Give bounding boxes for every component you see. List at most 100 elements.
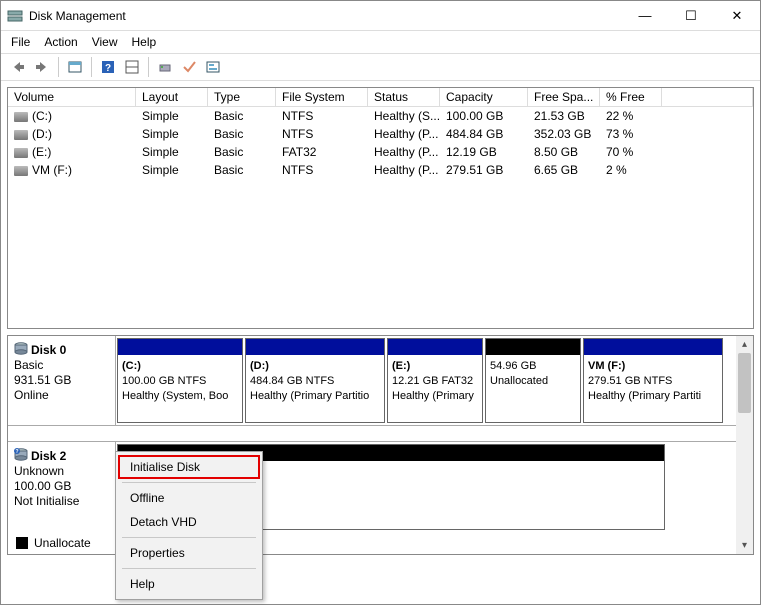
menu-properties[interactable]: Properties <box>118 541 260 565</box>
title-bar: Disk Management — ☐ ✕ <box>1 1 760 31</box>
cell-layout: Simple <box>136 109 208 123</box>
cell-volume: (E:) <box>8 145 136 159</box>
scroll-up-icon[interactable]: ▴ <box>736 336 753 353</box>
col-type[interactable]: Type <box>208 88 276 106</box>
legend-label-unallocated: Unallocate <box>34 536 91 550</box>
menu-detach-vhd[interactable]: Detach VHD <box>118 510 260 534</box>
menu-initialise-disk[interactable]: Initialise Disk <box>118 455 260 479</box>
legend: Unallocate <box>8 532 99 554</box>
partition-stripe <box>388 339 482 355</box>
cell-fs: NTFS <box>276 163 368 177</box>
col-filesystem[interactable]: File System <box>276 88 368 106</box>
drive-icon <box>14 130 28 140</box>
cell-fs: NTFS <box>276 127 368 141</box>
maximize-button[interactable]: ☐ <box>668 1 714 31</box>
toolbar-separator <box>58 57 59 77</box>
partition-label: 54.96 GBUnallocated <box>486 355 580 391</box>
cell-pct: 70 % <box>600 145 662 159</box>
app-icon <box>7 8 23 24</box>
col-volume[interactable]: Volume <box>8 88 136 106</box>
menu-bar: File Action View Help <box>1 31 760 53</box>
close-button[interactable]: ✕ <box>714 1 760 31</box>
disk0-size: 931.51 GB <box>14 373 71 387</box>
partition-block[interactable]: (D:)484.84 GB NTFSHealthy (Primary Parti… <box>245 338 385 423</box>
toolbar: ? <box>1 53 760 81</box>
cell-status: Healthy (S... <box>368 109 440 123</box>
view-button[interactable] <box>64 56 86 78</box>
col-extra[interactable] <box>662 88 753 106</box>
cell-pct: 22 % <box>600 109 662 123</box>
scrollbar[interactable]: ▴ ▾ <box>736 336 753 554</box>
cell-free: 8.50 GB <box>528 145 600 159</box>
toolbar-separator <box>91 57 92 77</box>
disk2-label[interactable]: ?Disk 2 Unknown 100.00 GB Not Initialise <box>8 442 116 532</box>
menu-action[interactable]: Action <box>44 35 77 49</box>
forward-button[interactable] <box>31 56 53 78</box>
volume-list-header: Volume Layout Type File System Status Ca… <box>8 88 753 107</box>
volume-list[interactable]: Volume Layout Type File System Status Ca… <box>7 87 754 329</box>
disk-icon <box>14 342 28 356</box>
help-button[interactable]: ? <box>97 56 119 78</box>
drive-icon <box>14 166 28 176</box>
scroll-down-icon[interactable]: ▾ <box>736 537 753 554</box>
svg-text:?: ? <box>15 449 18 455</box>
disk0-name: Disk 0 <box>31 343 66 357</box>
cell-type: Basic <box>208 163 276 177</box>
context-menu-sep <box>122 537 256 538</box>
partition-stripe <box>118 339 242 355</box>
svg-text:?: ? <box>105 63 111 74</box>
cell-free: 352.03 GB <box>528 127 600 141</box>
table-row[interactable]: VM (F:)SimpleBasicNTFSHealthy (P...279.5… <box>8 161 753 179</box>
context-menu-sep <box>122 482 256 483</box>
cell-volume: (C:) <box>8 109 136 123</box>
disk0-label[interactable]: Disk 0 Basic 931.51 GB Online <box>8 336 116 425</box>
scroll-thumb[interactable] <box>738 353 751 413</box>
partition-label: VM (F:)279.51 GB NTFSHealthy (Primary Pa… <box>584 355 722 406</box>
cell-pct: 73 % <box>600 127 662 141</box>
settings-button[interactable] <box>202 56 224 78</box>
cell-free: 21.53 GB <box>528 109 600 123</box>
disk2-type: Unknown <box>14 464 64 478</box>
cell-status: Healthy (P... <box>368 145 440 159</box>
drive-icon <box>14 148 28 158</box>
refresh-button[interactable] <box>154 56 176 78</box>
col-status[interactable]: Status <box>368 88 440 106</box>
menu-view[interactable]: View <box>92 35 118 49</box>
partition-block[interactable]: VM (F:)279.51 GB NTFSHealthy (Primary Pa… <box>583 338 723 423</box>
partition-block[interactable]: (E:)12.21 GB FAT32Healthy (Primary <box>387 338 483 423</box>
window-title: Disk Management <box>29 9 622 23</box>
toolbar-separator <box>148 57 149 77</box>
col-pctfree[interactable]: % Free <box>600 88 662 106</box>
table-row[interactable]: (C:)SimpleBasicNTFSHealthy (S...100.00 G… <box>8 107 753 125</box>
context-menu-sep <box>122 568 256 569</box>
col-layout[interactable]: Layout <box>136 88 208 106</box>
cell-type: Basic <box>208 109 276 123</box>
cell-type: Basic <box>208 127 276 141</box>
menu-offline[interactable]: Offline <box>118 486 260 510</box>
layout-button[interactable] <box>121 56 143 78</box>
cell-fs: FAT32 <box>276 145 368 159</box>
partition-stripe <box>486 339 580 355</box>
cell-layout: Simple <box>136 163 208 177</box>
cell-status: Healthy (P... <box>368 127 440 141</box>
cell-fs: NTFS <box>276 109 368 123</box>
disk-row-gap <box>8 426 736 442</box>
col-capacity[interactable]: Capacity <box>440 88 528 106</box>
cell-pct: 2 % <box>600 163 662 177</box>
table-row[interactable]: (E:)SimpleBasicFAT32Healthy (P...12.19 G… <box>8 143 753 161</box>
cell-free: 6.65 GB <box>528 163 600 177</box>
col-freespace[interactable]: Free Spa... <box>528 88 600 106</box>
legend-swatch-unallocated <box>16 537 28 549</box>
menu-help[interactable]: Help <box>132 35 157 49</box>
drive-icon <box>14 112 28 122</box>
disk-help-icon: ? <box>14 448 28 462</box>
minimize-button[interactable]: — <box>622 1 668 31</box>
table-row[interactable]: (D:)SimpleBasicNTFSHealthy (P...484.84 G… <box>8 125 753 143</box>
back-button[interactable] <box>7 56 29 78</box>
menu-file[interactable]: File <box>11 35 30 49</box>
menu-help[interactable]: Help <box>118 572 260 596</box>
checkmark-button[interactable] <box>178 56 200 78</box>
disk-row-0[interactable]: Disk 0 Basic 931.51 GB Online (C:)100.00… <box>8 336 753 426</box>
partition-block[interactable]: 54.96 GBUnallocated <box>485 338 581 423</box>
partition-block[interactable]: (C:)100.00 GB NTFSHealthy (System, Boo <box>117 338 243 423</box>
